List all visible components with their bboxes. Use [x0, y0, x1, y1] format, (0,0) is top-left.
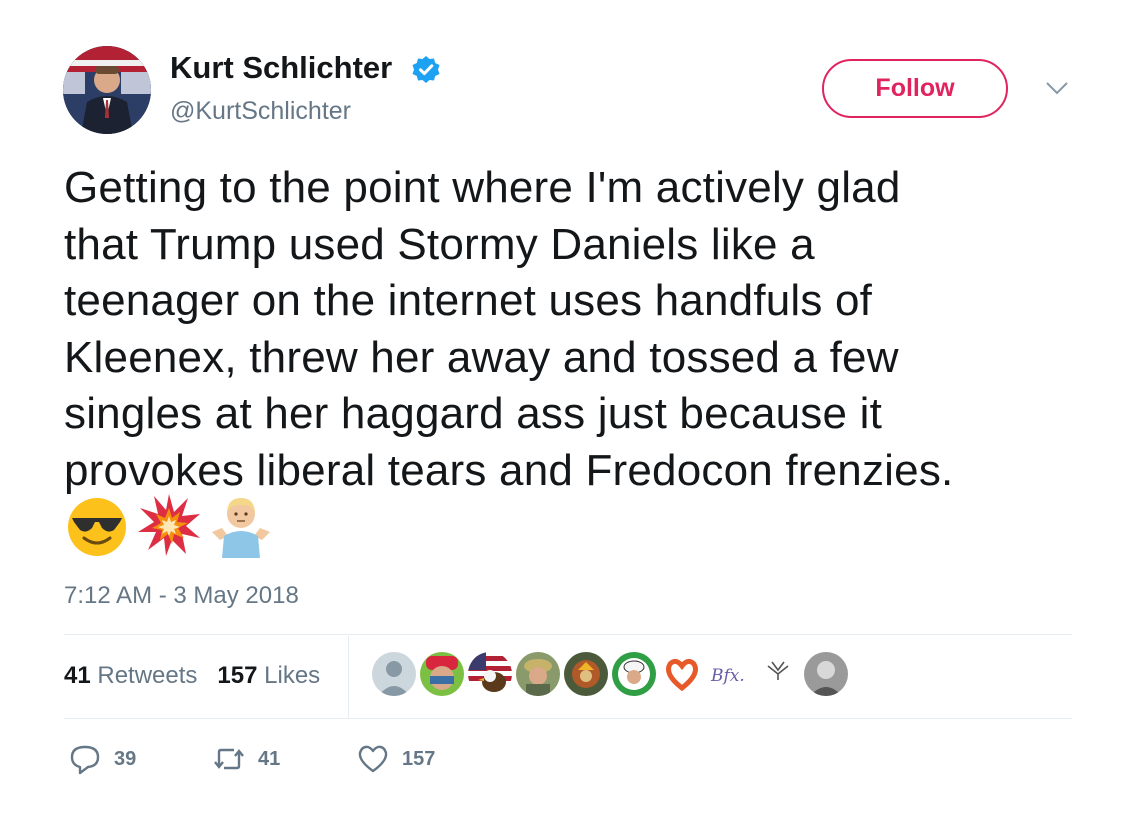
- liker-avatar[interactable]: [660, 652, 704, 696]
- liker-avatar[interactable]: [516, 652, 560, 696]
- divider: [64, 634, 1072, 635]
- reply-action[interactable]: 39: [68, 742, 136, 776]
- liker-avatar[interactable]: [564, 652, 608, 696]
- follow-button[interactable]: Follow: [822, 59, 1008, 118]
- reply-icon: [70, 745, 100, 775]
- retweet-icon: [214, 748, 244, 770]
- likes-count: 157: [217, 662, 258, 689]
- heart-icon: [358, 745, 388, 773]
- divider: [64, 718, 1072, 719]
- likes-stat[interactable]: 157 Likes: [217, 662, 320, 690]
- tweet-text-line: singles at her haggard ass just because …: [64, 389, 882, 438]
- liker-avatar-text: Bfx.: [710, 666, 745, 686]
- collision-emoji-icon: [136, 492, 202, 558]
- liker-avatar[interactable]: Bfx.: [708, 652, 752, 696]
- shrug-emoji-icon: [208, 492, 274, 558]
- liker-avatar[interactable]: [420, 652, 464, 696]
- author-handle[interactable]: @KurtSchlichter: [170, 97, 351, 126]
- tweet-text: Getting to the point where I'm actively …: [64, 160, 1084, 499]
- tweet-text-line: that Trump used Stormy Daniels like a: [64, 219, 815, 269]
- liker-avatar[interactable]: [612, 652, 656, 696]
- author-display-name[interactable]: Kurt Schlichter: [170, 50, 392, 86]
- tweet-text-line: Kleenex, threw her away and tossed a few: [64, 332, 899, 382]
- tweet-text-line: teenager on the internet uses handfuls o…: [64, 276, 873, 325]
- tweet-text-line: Getting to the point where I'm actively …: [64, 163, 901, 212]
- like-count: 157: [402, 747, 436, 770]
- retweets-count: 41: [64, 662, 91, 689]
- retweet-action[interactable]: 41: [212, 742, 280, 776]
- verified-badge-icon: [411, 55, 441, 85]
- like-action[interactable]: 157: [356, 742, 435, 776]
- sunglasses-emoji-icon: [64, 492, 130, 558]
- emoji-row: [64, 492, 274, 562]
- tweet-timestamp[interactable]: 7:12 AM - 3 May 2018: [64, 582, 299, 610]
- liker-avatar[interactable]: [468, 652, 512, 696]
- engagement-stats: 41 Retweets 157 Likes: [64, 662, 320, 690]
- chevron-down-icon[interactable]: [1043, 78, 1071, 98]
- liker-avatar[interactable]: [804, 652, 848, 696]
- liker-avatar[interactable]: [372, 652, 416, 696]
- liker-avatar[interactable]: [756, 652, 800, 696]
- tweet-text-line: provokes liberal tears and Fredocon fren…: [64, 445, 954, 495]
- retweet-count: 41: [258, 747, 281, 770]
- author-avatar[interactable]: [63, 46, 151, 134]
- retweets-label: Retweets: [97, 662, 198, 689]
- stats-divider: [348, 636, 349, 718]
- liker-avatars: Bfx.: [372, 652, 848, 696]
- retweets-stat[interactable]: 41 Retweets: [64, 662, 197, 690]
- likes-label: Likes: [264, 662, 321, 689]
- reply-count: 39: [114, 747, 137, 770]
